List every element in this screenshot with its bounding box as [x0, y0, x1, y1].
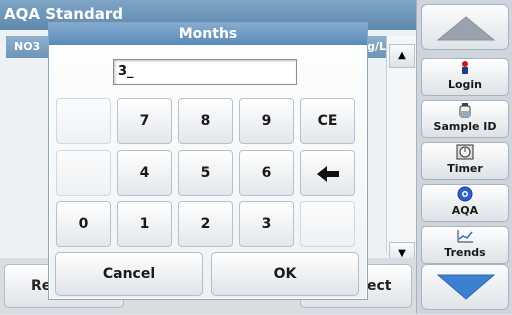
key-1[interactable]: 1	[117, 201, 172, 247]
timer-button[interactable]: Timer	[421, 142, 509, 180]
key-3[interactable]: 3	[239, 201, 294, 247]
sample-id-button[interactable]: Sample ID	[421, 100, 509, 138]
dialog-title: Months	[49, 23, 367, 45]
trends-label: Trends	[444, 246, 486, 259]
timer-icon	[422, 144, 508, 162]
key-7[interactable]: 7	[117, 98, 172, 144]
clear-entry-key[interactable]: CE	[300, 98, 355, 144]
key-2[interactable]: 2	[178, 201, 233, 247]
login-label: Login	[447, 78, 483, 91]
scroll-up-button[interactable]: ▲	[389, 44, 415, 68]
key-4[interactable]: 4	[117, 150, 172, 196]
column-header-parameter: NO3	[14, 40, 41, 53]
sample-bottle-icon	[422, 102, 508, 120]
key-9[interactable]: 9	[239, 98, 294, 144]
trends-button[interactable]: Trends	[421, 226, 509, 264]
background-right-label: ect	[367, 278, 392, 294]
backspace-arrow-icon	[317, 166, 339, 182]
triangle-up-icon	[436, 16, 496, 41]
key-5[interactable]: 5	[178, 150, 233, 196]
key-8[interactable]: 8	[178, 98, 233, 144]
triangle-down-icon	[436, 274, 496, 300]
person-icon	[422, 60, 508, 78]
blank-key	[56, 98, 111, 144]
background-scrollbar[interactable]: ▲ ▼	[386, 36, 416, 266]
scroll-down-large-button[interactable]	[421, 264, 509, 310]
timer-label: Timer	[447, 162, 483, 175]
aqa-button[interactable]: AQA	[421, 184, 509, 222]
key-0[interactable]: 0	[56, 201, 111, 247]
column-header-unit: g/L	[367, 40, 386, 53]
aqa-label: AQA	[451, 204, 479, 217]
blank-key	[300, 201, 355, 247]
months-dialog: Months 3_ 7 8 9 CE 4 5 6 0 1 2 3 Cancel …	[48, 22, 368, 300]
key-6[interactable]: 6	[239, 150, 294, 196]
aqa-icon	[422, 186, 508, 204]
right-sidebar: Login Sample ID Timer AQA Trends	[416, 0, 512, 314]
backspace-key[interactable]	[300, 150, 355, 196]
login-button[interactable]: Login	[421, 58, 509, 96]
trend-chart-icon	[422, 228, 508, 246]
ok-button[interactable]: OK	[211, 252, 359, 296]
months-input[interactable]: 3_	[113, 59, 297, 85]
cancel-button[interactable]: Cancel	[55, 252, 203, 296]
blank-key	[56, 150, 111, 196]
sample-id-label: Sample ID	[433, 120, 497, 133]
scroll-up-large-button[interactable]	[421, 4, 509, 50]
